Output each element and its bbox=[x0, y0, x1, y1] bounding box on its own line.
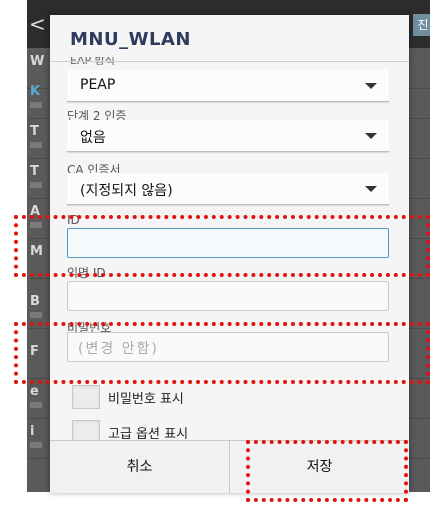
title-divider bbox=[50, 61, 409, 62]
dropdown-arrow-icon bbox=[365, 133, 377, 139]
ca-cert-select[interactable]: (지정되지 않음) bbox=[67, 173, 389, 205]
dialog-title: MNU_WLAN bbox=[70, 29, 191, 50]
annotation-identity-highlight bbox=[14, 215, 430, 277]
ca-cert-value: (지정되지 않음) bbox=[80, 183, 173, 199]
eap-method-value: PEAP bbox=[80, 77, 116, 93]
back-icon[interactable]: < bbox=[29, 12, 46, 36]
cancel-button[interactable]: 취소 bbox=[50, 441, 229, 493]
dropdown-arrow-icon bbox=[365, 83, 377, 89]
show-password-label: 비밀번호 표시 bbox=[108, 392, 184, 407]
dropdown-arrow-icon bbox=[365, 186, 377, 192]
eap-method-select[interactable]: PEAP bbox=[67, 70, 389, 102]
phase2-select[interactable]: 없음 bbox=[67, 120, 389, 152]
annotation-save-highlight bbox=[246, 440, 408, 502]
annotation-password-highlight bbox=[14, 322, 430, 384]
anonymous-identity-input[interactable] bbox=[67, 281, 389, 311]
phase2-value: 없음 bbox=[80, 130, 106, 146]
show-password-checkbox[interactable] bbox=[72, 385, 100, 409]
background-action-button[interactable]: 진 bbox=[413, 14, 430, 36]
